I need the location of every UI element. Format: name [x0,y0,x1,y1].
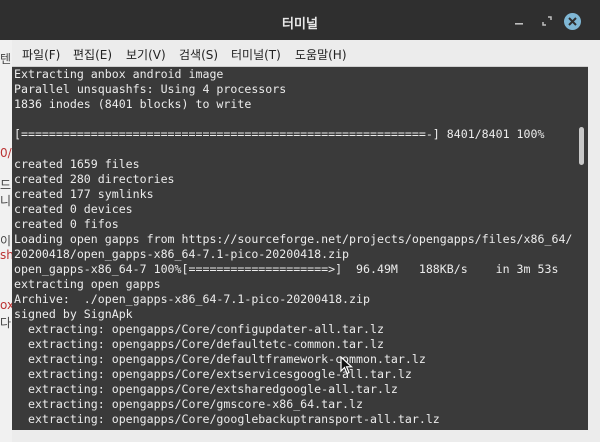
terminal-line: Parallel unsquashfs: Using 4 processors [14,82,287,96]
terminal-line: 1836 inodes (8401 blocks) to write [14,97,252,111]
terminal-line: extracting: opengapps/Core/defaultframew… [14,352,426,366]
terminal-line: extracting: opengapps/Core/gmscore-x86_6… [14,397,364,411]
menu-terminal[interactable]: 터미널(T) [231,46,281,63]
minimize-icon[interactable] [510,12,528,30]
menu-search[interactable]: 검색(S) [179,46,218,63]
terminal-line: extracting: opengapps/Core/defaultetc-co… [14,337,384,351]
terminal-line: [=======================================… [14,127,545,141]
window-bottom-edge [12,430,588,442]
terminal-line: extracting open gapps [14,277,161,291]
terminal-line: created 280 directories [14,172,175,186]
terminal-window: 터미널 파일(F) 편집(E) 보기(V) 검색(S) 터미널(T) 도움말(H… [0,0,600,442]
terminal-line: open_gapps-x86_64-7 100%[===============… [14,262,559,276]
terminal-line: extracting: opengapps/Core/googlebackupt… [14,412,440,426]
terminal-line: Loading open gapps from https://sourcefo… [14,232,573,246]
scrollbar-thumb[interactable] [579,127,584,165]
menu-help[interactable]: 도움말(H) [295,46,347,63]
window-right-edge [588,40,600,442]
terminal-line: created 0 fifos [14,217,119,231]
menu-edit[interactable]: 편집(E) [73,46,112,63]
menu-view[interactable]: 보기(V) [126,46,166,63]
title-bar[interactable]: 터미널 [0,0,600,40]
maximize-icon[interactable] [538,12,556,30]
menu-bar: 파일(F) 편집(E) 보기(V) 검색(S) 터미널(T) 도움말(H) [12,40,588,67]
terminal-line: extracting: opengapps/Core/extsharedgoog… [14,382,398,396]
terminal-line: created 0 devices [14,202,133,216]
close-icon[interactable] [564,13,581,30]
terminal-line: created 177 symlinks [14,187,154,201]
terminal-line: signed by SignApk [14,307,133,321]
vertical-scrollbar[interactable] [576,67,588,430]
terminal-output[interactable]: Extracting anbox android image Parallel … [12,67,576,430]
terminal-line: Archive: ./open_gapps-x86_64-7.1-pico-20… [14,292,370,306]
terminal-line: extracting: opengapps/Core/configupdater… [14,322,384,336]
terminal-line: created 1659 files [14,157,140,171]
terminal-line: Extracting anbox android image [14,67,224,81]
menu-file[interactable]: 파일(F) [22,46,60,63]
terminal-line: 20200418/open_gapps-x86_64-7.1-pico-2020… [14,247,350,261]
